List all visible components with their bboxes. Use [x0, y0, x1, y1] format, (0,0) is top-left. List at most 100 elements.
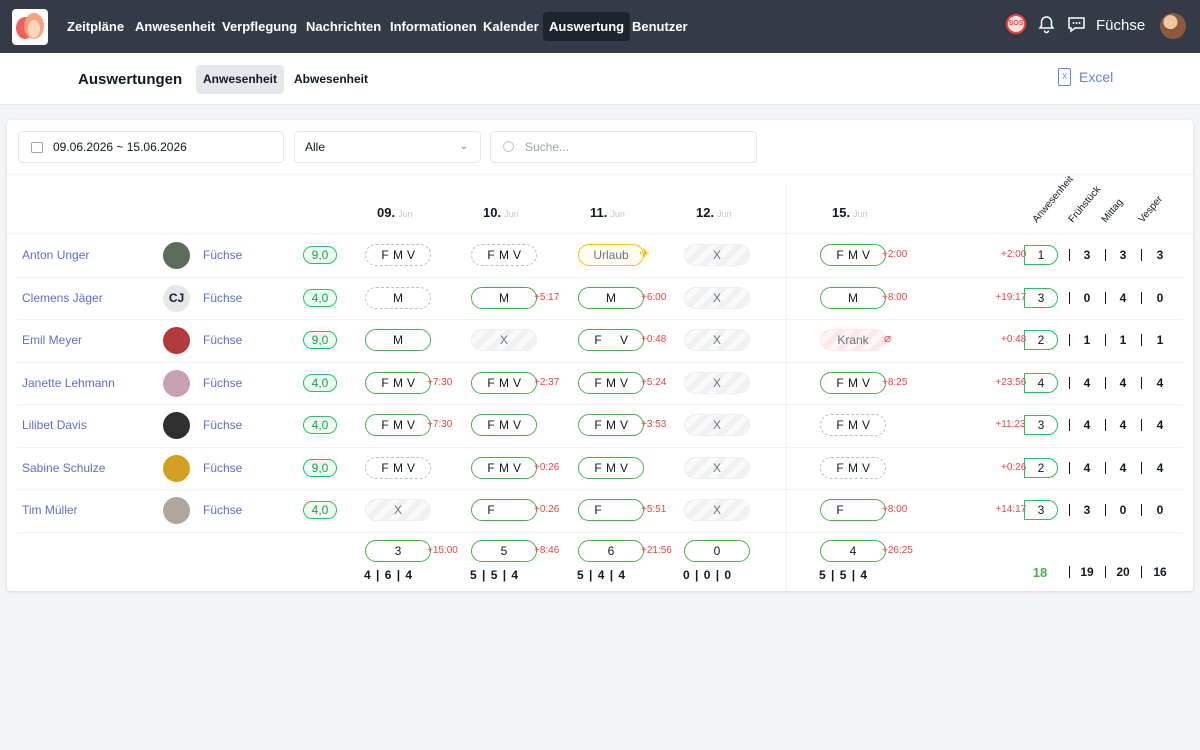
child-name-link[interactable]: Janette Lehmann: [22, 376, 115, 390]
top-navbar: Zeitpläne Anwesenheit Verpflegung Nachri…: [0, 0, 1200, 53]
attendance-pill[interactable]: FMV: [820, 414, 886, 437]
user-avatar[interactable]: [1160, 13, 1186, 39]
attendance-pill[interactable]: FMV: [578, 456, 644, 479]
day-meal-totals: 0 | 0 | 0: [683, 568, 733, 582]
fruehstueck-count: 1: [1083, 333, 1091, 348]
excel-export-button[interactable]: X Excel: [1058, 68, 1113, 86]
attendance-pill[interactable]: FMV: [578, 371, 644, 394]
child-group-link[interactable]: Füchse: [203, 418, 242, 432]
col-separator: [1105, 461, 1106, 474]
child-name-link[interactable]: Lilibet Davis: [22, 418, 87, 432]
tab-anwesenheit[interactable]: Anwesenheit: [196, 65, 285, 94]
child-name-link[interactable]: Sabine Schulze: [22, 461, 105, 475]
date-range-picker[interactable]: 09.06.2026 ~ 15.06.2026: [18, 131, 284, 163]
meal-code: M: [606, 418, 616, 433]
mittag-count: 4: [1119, 290, 1127, 305]
nav-item-verpflegung[interactable]: Verpflegung: [216, 12, 303, 41]
attendance-pill[interactable]: FV: [578, 329, 644, 352]
absent-day-pill[interactable]: X: [684, 499, 750, 522]
overtime-label: +7:30: [427, 376, 453, 388]
current-group-label[interactable]: Füchse: [1096, 17, 1145, 34]
meal-code: M: [848, 375, 858, 390]
row-divider: [17, 319, 1183, 320]
child-group-link[interactable]: Füchse: [203, 503, 242, 517]
child-group-link[interactable]: Füchse: [203, 291, 242, 305]
meal-code: M: [848, 460, 858, 475]
child-group-link[interactable]: Füchse: [203, 333, 242, 347]
attendance-pill[interactable]: FMV: [365, 371, 431, 394]
attendance-pill[interactable]: F: [820, 499, 886, 522]
row-divider: [17, 361, 1183, 363]
child-name-link[interactable]: Emil Meyer: [22, 333, 82, 347]
attendance-pill[interactable]: FMV: [820, 244, 886, 267]
attendance-pill[interactable]: FMV: [365, 244, 431, 267]
total-vesper: 16: [1153, 565, 1167, 579]
absent-day-pill[interactable]: X: [684, 329, 750, 352]
bell-icon[interactable]: [1038, 15, 1055, 34]
nav-item-nachrichten[interactable]: Nachrichten: [300, 12, 387, 41]
attendance-pill[interactable]: F: [578, 499, 644, 522]
nav-item-informationen[interactable]: Informationen: [384, 12, 483, 41]
excel-label: Excel: [1079, 69, 1114, 85]
nav-item-anwesenheit[interactable]: Anwesenheit: [129, 12, 221, 41]
absent-day-pill[interactable]: X: [684, 414, 750, 437]
attendance-pill[interactable]: FMV: [365, 456, 431, 479]
attendance-pill[interactable]: FMV: [820, 371, 886, 394]
attendance-pill[interactable]: M: [365, 329, 431, 352]
vacation-pill[interactable]: Urlaub: [578, 244, 644, 267]
child-group-link[interactable]: Füchse: [203, 376, 242, 390]
overtime-label: +0:48: [641, 334, 667, 346]
attendance-pill[interactable]: M: [471, 286, 537, 309]
col-separator: [1069, 376, 1070, 389]
absent-day-pill[interactable]: X: [684, 456, 750, 479]
attendance-pill[interactable]: M: [365, 286, 431, 309]
attendance-pill[interactable]: FMV: [578, 414, 644, 437]
absent-day-pill[interactable]: X: [365, 499, 431, 522]
attendance-pill[interactable]: FMV: [820, 456, 886, 479]
attendance-pill[interactable]: F: [471, 499, 537, 522]
overtime-label: +0:26: [534, 461, 560, 473]
meal-code: V: [861, 375, 870, 390]
attendance-pill[interactable]: M: [820, 286, 886, 309]
attachment-icon: ⌀: [884, 331, 892, 346]
day-total-overtime: +21:56: [641, 545, 672, 556]
sick-pill[interactable]: Krank: [820, 329, 886, 352]
day-meal-totals: 4 | 6 | 4: [364, 568, 414, 582]
absent-day-pill[interactable]: X: [471, 329, 537, 352]
row-divider: [17, 531, 1183, 533]
row-divider: [17, 446, 1183, 448]
child-name-link[interactable]: Clemens Jäger: [22, 291, 103, 305]
tab-abwesenheit[interactable]: Abwesenheit: [287, 65, 375, 94]
attendance-pill[interactable]: FMV: [365, 414, 431, 437]
child-name-link[interactable]: Anton Unger: [22, 248, 89, 262]
nav-item-benutzer[interactable]: Benutzer: [626, 12, 694, 41]
absent-day-pill[interactable]: X: [684, 286, 750, 309]
mittag-count: 4: [1119, 418, 1127, 433]
absent-day-pill[interactable]: X: [684, 371, 750, 394]
col-separator: [1105, 419, 1106, 432]
meal-code: F: [594, 503, 602, 518]
chat-icon[interactable]: [1067, 16, 1086, 33]
nav-item-zeitplaene[interactable]: Zeitpläne: [61, 12, 130, 41]
meal-code: F: [487, 460, 495, 475]
search-input[interactable]: [525, 138, 725, 156]
attendance-pill[interactable]: FMV: [471, 414, 537, 437]
child-group-link[interactable]: Füchse: [203, 461, 242, 475]
group-select[interactable]: Alle ⌄: [294, 131, 481, 163]
nav-item-auswertung[interactable]: Auswertung: [543, 12, 631, 41]
mittag-count: 3: [1119, 248, 1127, 263]
search-field[interactable]: [490, 131, 757, 163]
col-separator: [1105, 376, 1106, 389]
absent-day-pill[interactable]: X: [684, 244, 750, 267]
app-logo[interactable]: [12, 9, 48, 45]
attendance-pill[interactable]: FMV: [471, 371, 537, 394]
sos-icon[interactable]: SOS: [1006, 14, 1026, 34]
child-avatar: [163, 327, 190, 355]
child-group-link[interactable]: Füchse: [203, 248, 242, 262]
attendance-pill[interactable]: FMV: [471, 456, 537, 479]
child-name-link[interactable]: Tim Müller: [22, 503, 78, 517]
child-avatar: [163, 369, 190, 397]
attendance-pill[interactable]: FMV: [471, 244, 537, 267]
nav-item-kalender[interactable]: Kalender: [477, 12, 545, 41]
attendance-pill[interactable]: M: [578, 286, 644, 309]
